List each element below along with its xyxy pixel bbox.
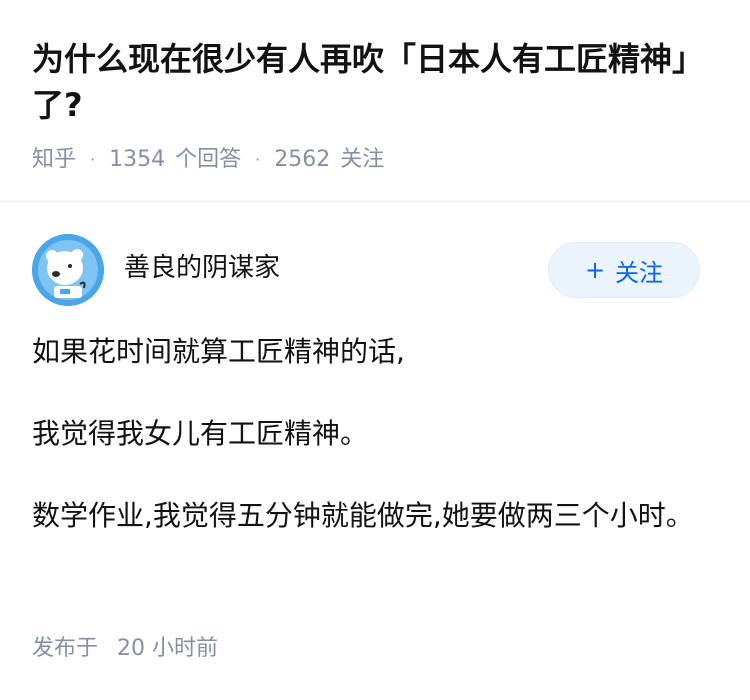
avatar[interactable] bbox=[32, 234, 104, 306]
author-name[interactable]: 善良的阴谋家 bbox=[124, 252, 280, 284]
answer-paragraph: 如果花时间就算工匠精神的话, bbox=[32, 335, 405, 368]
site-name[interactable]: 知乎 bbox=[32, 146, 76, 174]
section-divider bbox=[0, 200, 750, 203]
meta-separator: · bbox=[255, 150, 261, 169]
follow-button-label: 关注 bbox=[615, 258, 664, 287]
follower-count-label: 关注 bbox=[340, 147, 385, 172]
follower-count: 2562 bbox=[274, 147, 331, 172]
question-meta: 知乎 · 1354 个回答 · 2562 关注 bbox=[32, 146, 384, 174]
question-header: 为什么现在很少有人再吹「日本人有工匠精神」了? 知乎 · 1354 个回答 · … bbox=[0, 0, 750, 200]
answer-count: 1354 bbox=[109, 147, 166, 172]
author-row: 善良的阴谋家 + 关注 bbox=[32, 234, 700, 306]
published-time: 20 小时前 bbox=[117, 636, 219, 661]
published-label: 发布于 bbox=[32, 636, 99, 661]
answer-paragraph: 我觉得我女儿有工匠精神。 bbox=[32, 417, 369, 450]
question-title[interactable]: 为什么现在很少有人再吹「日本人有工匠精神」了? bbox=[32, 36, 732, 128]
astronaut-bear-avatar-icon bbox=[32, 234, 104, 306]
plus-icon: + bbox=[584, 256, 606, 284]
published-info: 发布于 20 小时前 bbox=[32, 634, 218, 664]
answer-paragraph: 数学作业,我觉得五分钟就能做完,她要做两三个小时。 bbox=[32, 499, 694, 532]
meta-separator: · bbox=[90, 150, 96, 169]
follow-button[interactable]: + 关注 bbox=[548, 242, 700, 298]
answer-count-label[interactable]: 个回答 bbox=[175, 146, 241, 174]
answer-content: 如果花时间就算工匠精神的话, 我觉得我女儿有工匠精神。 数学作业,我觉得五分钟就… bbox=[32, 330, 702, 538]
